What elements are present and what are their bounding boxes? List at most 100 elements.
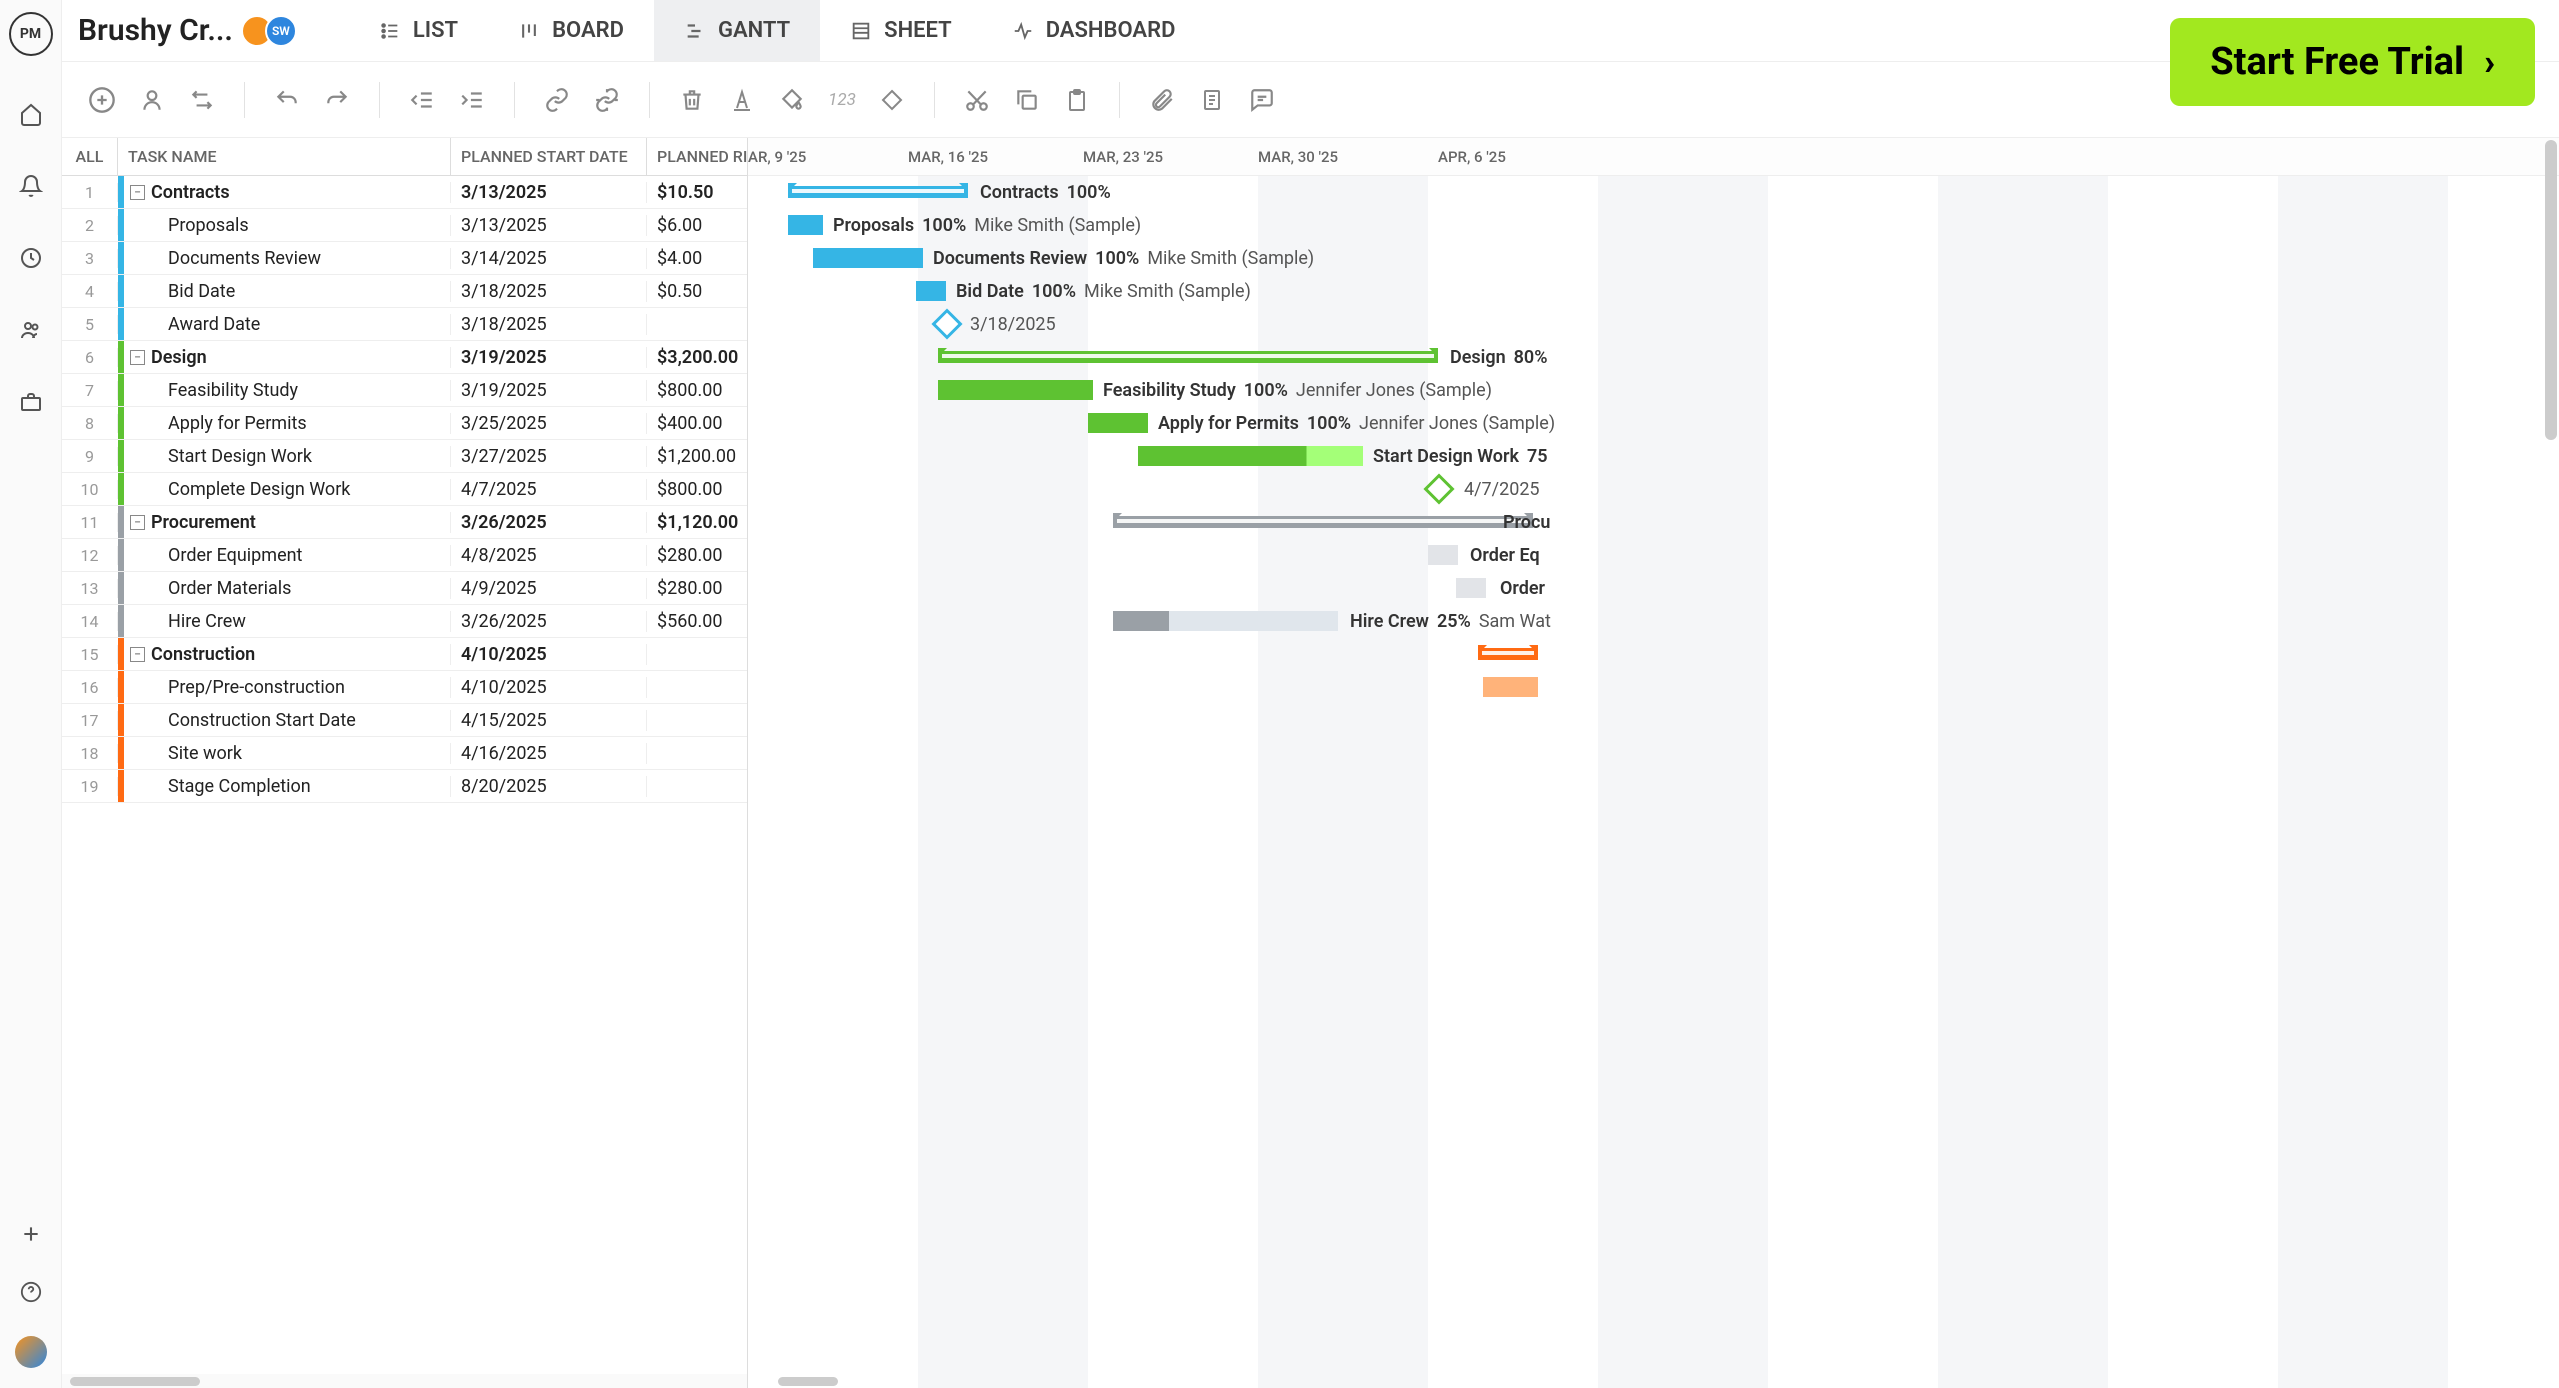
add-task-icon[interactable] <box>86 84 118 116</box>
task-row[interactable]: 15−Construction4/10/2025 <box>62 638 747 671</box>
tab-dashboard[interactable]: DASHBOARD <box>982 0 1206 61</box>
start-date-cell[interactable]: 3/18/2025 <box>451 281 647 302</box>
start-date-cell[interactable]: 3/27/2025 <box>451 446 647 467</box>
task-name-cell[interactable]: Construction Start Date <box>124 710 451 731</box>
task-name-cell[interactable]: Stage Completion <box>124 776 451 797</box>
collapse-icon[interactable]: − <box>130 647 145 662</box>
indent-icon[interactable] <box>456 84 488 116</box>
rate-cell[interactable]: $3,200.00 <box>647 347 747 368</box>
undo-icon[interactable] <box>271 84 303 116</box>
task-row[interactable]: 12Order Equipment4/8/2025$280.00 <box>62 539 747 572</box>
start-date-cell[interactable]: 3/26/2025 <box>451 611 647 632</box>
task-row[interactable]: 10Complete Design Work4/7/2025$800.00 <box>62 473 747 506</box>
rate-cell[interactable]: $6.00 <box>647 215 747 236</box>
gantt-horizontal-scrollbar[interactable] <box>748 1374 2559 1388</box>
gantt-summary-bar[interactable] <box>788 186 968 198</box>
rate-cell[interactable]: $4.00 <box>647 248 747 269</box>
column-header-start-date[interactable]: PLANNED START DATE <box>451 138 647 175</box>
clock-icon[interactable] <box>17 244 45 272</box>
rate-cell[interactable]: $800.00 <box>647 479 747 500</box>
project-title[interactable]: Brushy Cr... <box>78 13 233 48</box>
gantt-task-bar[interactable] <box>788 215 823 235</box>
tab-list[interactable]: LIST <box>349 0 488 61</box>
notes-icon[interactable] <box>1196 84 1228 116</box>
briefcase-icon[interactable] <box>17 388 45 416</box>
task-name-cell[interactable]: −Contracts <box>124 182 451 203</box>
start-date-cell[interactable]: 4/7/2025 <box>451 479 647 500</box>
start-date-cell[interactable]: 3/14/2025 <box>451 248 647 269</box>
rate-cell[interactable]: $1,120.00 <box>647 512 747 533</box>
gantt-task-bar[interactable] <box>1483 677 1538 697</box>
task-name-cell[interactable]: Feasibility Study <box>124 380 451 401</box>
gantt-task-bar[interactable] <box>1456 578 1486 598</box>
delete-icon[interactable] <box>676 84 708 116</box>
rate-cell[interactable]: $560.00 <box>647 611 747 632</box>
fill-icon[interactable] <box>776 84 808 116</box>
task-name-cell[interactable]: Start Design Work <box>124 446 451 467</box>
task-name-cell[interactable]: −Construction <box>124 644 451 665</box>
task-name-cell[interactable]: Order Equipment <box>124 545 451 566</box>
task-row[interactable]: 14Hire Crew3/26/2025$560.00 <box>62 605 747 638</box>
task-row[interactable]: 17Construction Start Date4/15/2025 <box>62 704 747 737</box>
column-header-all[interactable]: ALL <box>62 138 118 175</box>
link-icon[interactable] <box>541 84 573 116</box>
task-row[interactable]: 16Prep/Pre-construction4/10/2025 <box>62 671 747 704</box>
start-date-cell[interactable]: 4/10/2025 <box>451 677 647 698</box>
assign-icon[interactable] <box>136 84 168 116</box>
start-date-cell[interactable]: 3/19/2025 <box>451 380 647 401</box>
task-row[interactable]: 5Award Date3/18/2025 <box>62 308 747 341</box>
start-date-cell[interactable]: 4/8/2025 <box>451 545 647 566</box>
task-name-cell[interactable]: Proposals <box>124 215 451 236</box>
copy-icon[interactable] <box>1011 84 1043 116</box>
start-date-cell[interactable]: 4/10/2025 <box>451 644 647 665</box>
unlink-icon[interactable] <box>591 84 623 116</box>
gantt-task-bar[interactable] <box>1428 545 1458 565</box>
rate-cell[interactable]: $800.00 <box>647 380 747 401</box>
start-date-cell[interactable]: 3/18/2025 <box>451 314 647 335</box>
tab-gantt[interactable]: GANTT <box>654 0 820 61</box>
rate-cell[interactable]: $0.50 <box>647 281 747 302</box>
task-row[interactable]: 2Proposals3/13/2025$6.00 <box>62 209 747 242</box>
task-row[interactable]: 11−Procurement3/26/2025$1,120.00 <box>62 506 747 539</box>
vertical-scrollbar[interactable] <box>2545 140 2557 440</box>
task-name-cell[interactable]: Site work <box>124 743 451 764</box>
text-color-icon[interactable] <box>726 84 758 116</box>
task-row[interactable]: 13Order Materials4/9/2025$280.00 <box>62 572 747 605</box>
diamond-icon[interactable] <box>876 84 908 116</box>
app-logo[interactable]: PM <box>9 12 53 56</box>
collapse-icon[interactable]: − <box>130 515 145 530</box>
tab-sheet[interactable]: SHEET <box>820 0 982 61</box>
gantt-milestone[interactable] <box>931 308 962 339</box>
task-name-cell[interactable]: Award Date <box>124 314 451 335</box>
gantt-summary-bar[interactable] <box>1113 516 1533 528</box>
task-name-cell[interactable]: −Design <box>124 347 451 368</box>
task-row[interactable]: 4Bid Date3/18/2025$0.50 <box>62 275 747 308</box>
task-name-cell[interactable]: Hire Crew <box>124 611 451 632</box>
team-icon[interactable] <box>17 316 45 344</box>
task-name-cell[interactable]: Apply for Permits <box>124 413 451 434</box>
bell-icon[interactable] <box>17 172 45 200</box>
rate-cell[interactable]: $280.00 <box>647 545 747 566</box>
rate-cell[interactable]: $10.50 <box>647 182 747 203</box>
outdent-icon[interactable] <box>406 84 438 116</box>
rate-cell[interactable]: $400.00 <box>647 413 747 434</box>
column-header-task-name[interactable]: TASK NAME <box>118 138 451 175</box>
plus-icon[interactable] <box>17 1220 45 1248</box>
redo-icon[interactable] <box>321 84 353 116</box>
collapse-icon[interactable]: − <box>130 185 145 200</box>
start-date-cell[interactable]: 3/13/2025 <box>451 215 647 236</box>
start-date-cell[interactable]: 4/16/2025 <box>451 743 647 764</box>
task-name-cell[interactable]: Order Materials <box>124 578 451 599</box>
cut-icon[interactable] <box>961 84 993 116</box>
gantt-summary-bar[interactable] <box>1478 648 1538 660</box>
start-date-cell[interactable]: 8/20/2025 <box>451 776 647 797</box>
start-free-trial-button[interactable]: Start Free Trial › <box>2170 18 2535 106</box>
tab-board[interactable]: BOARD <box>488 0 654 61</box>
number-format-icon[interactable]: 123 <box>826 84 858 116</box>
gantt-task-bar[interactable] <box>938 380 1093 400</box>
attachment-icon[interactable] <box>1146 84 1178 116</box>
gantt-summary-bar[interactable] <box>938 351 1438 363</box>
task-row[interactable]: 18Site work4/16/2025 <box>62 737 747 770</box>
column-header-rate[interactable]: PLANNED RI <box>647 138 747 175</box>
task-row[interactable]: 1−Contracts3/13/2025$10.50 <box>62 176 747 209</box>
